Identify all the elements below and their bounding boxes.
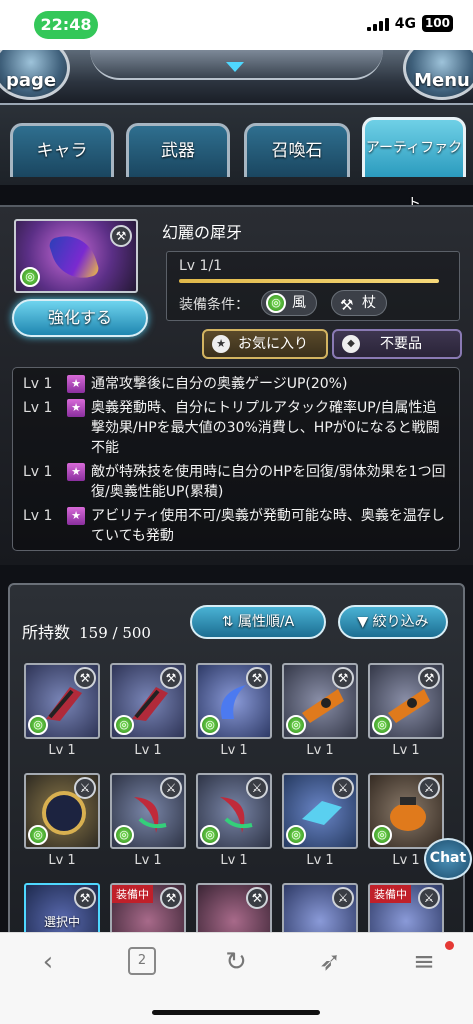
back-icon[interactable]: ‹ <box>28 945 68 979</box>
unneeded-button[interactable]: ◆ 不要品 <box>332 329 462 359</box>
category-tabs: キャラ 武器 召喚石 アーティファクト <box>0 105 473 212</box>
artifact-cell[interactable]: ⚒ ◎ Lv 1 <box>282 663 358 767</box>
reload-icon[interactable]: ↻ <box>216 945 256 979</box>
level-text: Lv 1/1 <box>179 258 223 274</box>
staff-weapon-icon: ⚒ <box>74 667 96 689</box>
condition-staff: ⚒ 杖 <box>331 290 387 316</box>
artifact-name: 幻麗の犀牙 <box>162 223 243 242</box>
artifact-cell[interactable]: ⚔ ◎ Lv 1 <box>24 773 100 877</box>
wind-element-icon: ◎ <box>200 825 220 845</box>
skill-row: Lv 1 ★ アビリティ使用不可/奥義が発動可能な時、奥義を温存していても発動 <box>23 507 445 544</box>
home-indicator <box>152 1010 320 1015</box>
skill-list: Lv 1 ★ 通常攻撃後に自分の奥義ゲージUP(20%) Lv 1 ★ 奥義発動… <box>12 367 460 551</box>
staff-weapon-icon: ⚒ <box>160 887 182 909</box>
wind-element-icon: ◎ <box>266 293 286 313</box>
favorite-button[interactable]: ★ お気に入り <box>202 329 328 359</box>
rocket-icon[interactable]: ➶ <box>310 945 350 979</box>
tab-weapon[interactable]: 武器 <box>126 123 230 177</box>
star-skill-icon: ★ <box>67 463 85 481</box>
sword-weapon-icon: ⚔ <box>332 887 354 909</box>
level-bar <box>179 279 439 283</box>
sword-weapon-icon: ⚔ <box>332 777 354 799</box>
status-bar: 22:48 4G 100 <box>0 0 473 50</box>
menu-button[interactable]: Menu <box>403 50 473 100</box>
chat-button[interactable]: Chat <box>424 838 472 880</box>
skill-row: Lv 1 ★ 奥義発動時、自分にトリプルアタック確率UP/自属性追撃効果/HPを… <box>23 399 440 456</box>
notification-dot <box>445 941 454 950</box>
dice-icon: ◆ <box>342 335 360 353</box>
equipped-tag: 装備中 <box>370 885 411 903</box>
sort-button[interactable]: ⇅ 属性順/A <box>190 605 326 639</box>
staff-weapon-icon: ⚒ <box>246 667 268 689</box>
signal-icon <box>366 17 389 31</box>
game-header: page Menu <box>0 50 473 105</box>
battery-icon: 100 <box>421 15 453 32</box>
artifact-cell[interactable]: ⚔ ◎ Lv 1 <box>196 773 272 877</box>
wind-element-icon: ◎ <box>28 715 48 735</box>
fang-artifact-icon <box>47 227 101 287</box>
staff-weapon-icon: ⚒ <box>418 667 440 689</box>
artifact-cell[interactable]: ⚔ ◎ Lv 1 <box>282 773 358 877</box>
sword-weapon-icon: ⚔ <box>160 777 182 799</box>
condition-wind: ◎ 風 <box>261 290 317 316</box>
sword-weapon-icon: ⚔ <box>418 887 440 909</box>
enhance-button[interactable]: 強化する <box>12 299 148 337</box>
mypage-button[interactable]: page <box>0 50 70 100</box>
sword-weapon-icon: ⚔ <box>74 777 96 799</box>
tab-character[interactable]: キャラ <box>10 123 114 177</box>
artifact-cell[interactable]: ⚒ ◎ Lv 1 <box>110 663 186 767</box>
staff-weapon-icon: ⚒ <box>246 887 268 909</box>
artifact-cell[interactable]: ⚒ ◎ Lv 1 <box>368 663 444 767</box>
equipped-tag: 装備中 <box>112 885 153 903</box>
clock: 22:48 <box>34 11 98 39</box>
tab-summon[interactable]: 召喚石 <box>244 123 350 177</box>
staff-weapon-icon: ⚒ <box>160 667 182 689</box>
skill-row: Lv 1 ★ 敵が特殊技を使用時に自分のHPを回復/弱体効果を1つ回復/奥義性能… <box>23 463 446 500</box>
network-type: 4G <box>394 15 416 32</box>
sword-weapon-icon: ⚔ <box>246 777 268 799</box>
artifact-cell[interactable]: ⚒ ◎ Lv 1 <box>24 663 100 767</box>
artifact-cell[interactable]: ⚒ ◎ Lv 1 <box>196 663 272 767</box>
filter-icon: ▼ <box>357 614 373 630</box>
star-icon: ★ <box>212 335 230 353</box>
wind-element-icon: ◎ <box>20 267 40 287</box>
owned-count: 所持数 159 / 500 <box>22 623 151 642</box>
caret-down-icon[interactable] <box>226 62 244 72</box>
star-skill-icon: ★ <box>67 399 85 417</box>
selected-tag: 選択中 <box>43 915 80 929</box>
staff-weapon-icon: ⚒ <box>332 667 354 689</box>
status-indicators: 4G 100 <box>366 15 453 32</box>
sort-arrows-icon: ⇅ <box>221 614 238 630</box>
wind-element-icon: ◎ <box>286 715 306 735</box>
tab-artifact[interactable]: アーティファクト <box>362 117 466 212</box>
staff-weapon-icon: ⚒ <box>110 225 132 247</box>
equip-condition-label: 装備条件： <box>179 297 249 313</box>
staff-weapon-icon: ⚒ <box>74 887 96 909</box>
star-skill-icon: ★ <box>67 375 85 393</box>
level-box: Lv 1/1 装備条件： ◎ 風 ⚒ 杖 <box>166 251 460 321</box>
artifact-detail-panel: ◎ ⚒ 幻麗の犀牙 Lv 1/1 装備条件： ◎ 風 ⚒ 杖 強化する ★ お気… <box>0 205 473 565</box>
wind-element-icon: ◎ <box>114 825 134 845</box>
skill-row: Lv 1 ★ 通常攻撃後に自分の奥義ゲージUP(20%) <box>23 375 348 393</box>
star-skill-icon: ★ <box>67 507 85 525</box>
wind-element-icon: ◎ <box>372 825 392 845</box>
inventory-section: 所持数 159 / 500 ⇅ 属性順/A ▼ 絞り込み ⚒ ◎ Lv 1 ⚒ … <box>0 565 473 959</box>
filter-button[interactable]: ▼ 絞り込み <box>338 605 448 639</box>
wind-element-icon: ◎ <box>200 715 220 735</box>
wind-element-icon: ◎ <box>372 715 392 735</box>
wind-element-icon: ◎ <box>114 715 134 735</box>
artifact-cell[interactable]: ⚔ ◎ Lv 1 <box>110 773 186 877</box>
wind-element-icon: ◎ <box>28 825 48 845</box>
artifact-thumbnail: ◎ ⚒ <box>14 219 138 293</box>
inventory-panel: 所持数 159 / 500 ⇅ 属性順/A ▼ 絞り込み ⚒ ◎ Lv 1 ⚒ … <box>8 583 465 959</box>
sword-weapon-icon: ⚔ <box>418 777 440 799</box>
menu-icon[interactable]: ≡ <box>404 945 444 979</box>
tabs-button[interactable]: 2 <box>128 947 156 975</box>
wind-element-icon: ◎ <box>286 825 306 845</box>
staff-weapon-icon: ⚒ <box>340 296 354 314</box>
